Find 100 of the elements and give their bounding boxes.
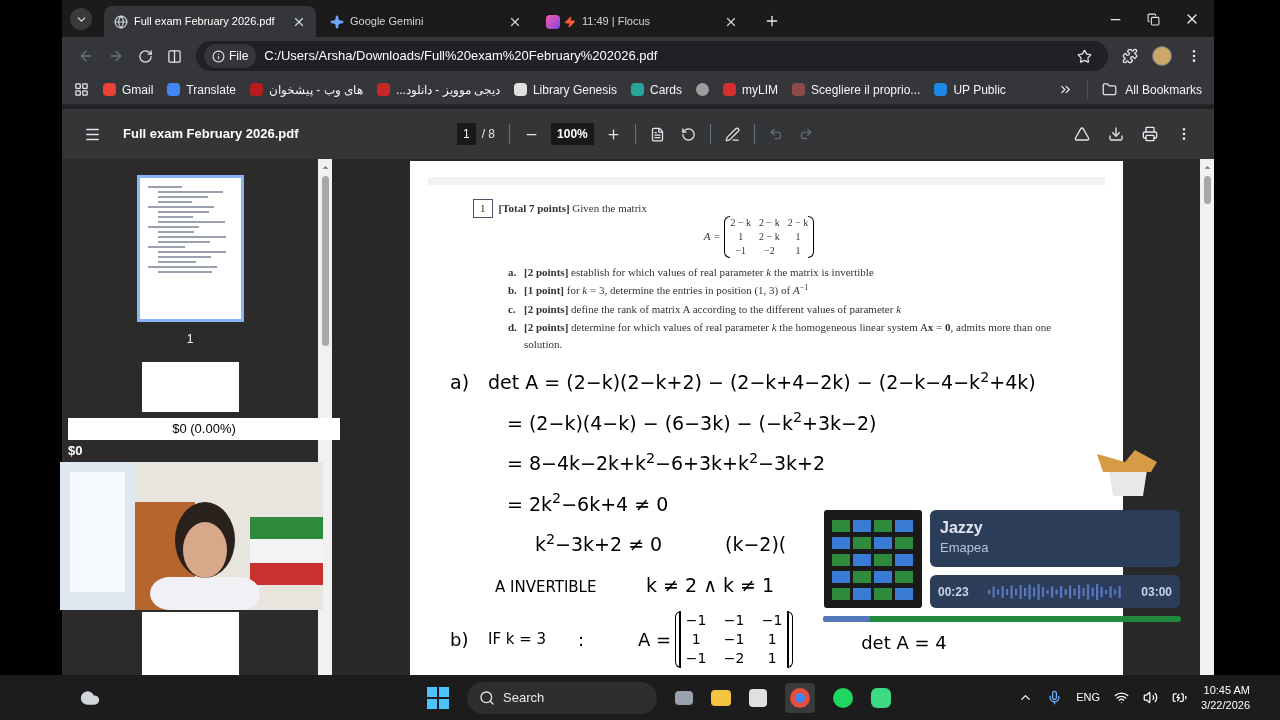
url-text: C:/Users/Arsha/Downloads/Full%20exam%20February%202026.pdf [264,47,659,66]
search-field[interactable]: Search [467,681,658,714]
handwritten-note: : [578,628,586,652]
scroll-up-icon[interactable] [1202,163,1212,172]
part-label: b) [450,628,470,652]
bookmark-label: Library Genesis [532,81,617,99]
bookmark-item[interactable]: myLIM [723,80,778,99]
restore-icon[interactable] [1147,12,1160,26]
scrollbar-thumb[interactable] [1203,176,1211,204]
split-view-icon[interactable] [167,48,182,64]
handwritten-line: det A = 4 [861,631,947,655]
browser-icon[interactable] [785,682,816,713]
question-number: 1 [473,199,493,218]
chat-app-icon[interactable] [871,687,892,708]
scrollbar-thumb[interactable] [321,176,329,346]
track-artist: Emapea [940,539,990,557]
print-icon[interactable] [1142,126,1158,142]
matrix-entry: 2 − k [759,229,780,244]
goal-start-label: $0 [68,442,83,460]
language-indicator[interactable]: ENG [1076,689,1101,706]
extensions-icon[interactable] [1122,48,1138,64]
tab-title: Google Gemini [350,14,425,30]
microphone-icon[interactable] [1047,690,1063,705]
zoom-field[interactable]: 100% [551,123,594,145]
site-info-chip[interactable]: File [204,44,257,68]
music-app-icon[interactable] [833,687,854,708]
app-icon [546,14,560,29]
document-title: Full exam February 2026.pdf [123,125,300,144]
part-text: [1 point] for k = 3, determine the entries in position (1, 3) of A$^{−1}$ [524,282,810,298]
page-number-field[interactable]: 1 [457,123,476,145]
forward-icon[interactable] [108,48,124,64]
draw-icon[interactable] [724,126,740,142]
fit-page-icon[interactable] [649,126,665,142]
folder-icon[interactable] [711,689,732,706]
handwritten-line: IF k = 3 [488,629,548,651]
part-text: [2 points] establish for which values of real parameter k the matrix is invertible [524,264,875,280]
handwritten-note: k ≠ 2 ∧ k ≠ 1 [646,572,775,598]
handwritten-line: k$^{2}$−3k+2 ≠ 0 [535,530,664,557]
matrix-entry: 1 [690,630,702,649]
bookmark-item[interactable]: Scegliere il proprio... [792,80,921,99]
battery-icon[interactable] [1172,690,1188,705]
matrix-entry: −2 [763,243,776,258]
question-heading: [Total 7 points] Given the matrix [498,201,647,216]
back-icon[interactable] [78,48,94,64]
zoom-in-icon[interactable] [605,126,621,142]
bookmark-label: Gmail [122,81,154,99]
part-letter: b. [508,283,518,298]
wifi-icon[interactable] [1114,690,1130,705]
reload-icon[interactable] [138,48,153,64]
matrix-entry: 1 [794,243,802,258]
part-label: a) [450,370,471,395]
scroll-up-icon[interactable] [320,163,330,172]
store-icon[interactable] [749,688,768,707]
triangle-icon[interactable] [1074,126,1090,142]
part-letter: d. [508,320,518,335]
matrix-entry: 1 [794,229,802,244]
bookmark-item[interactable]: Translate [167,80,236,99]
page-thumbnail[interactable] [141,362,239,412]
matrix-entry: −1 [684,611,708,630]
folder-icon [1102,82,1118,97]
clock[interactable]: 10:45 AM 3/22/2026 [1201,682,1250,713]
bookmark-icon[interactable] [696,83,709,96]
matrix-entry: −1 [760,611,784,630]
tab-search-button[interactable] [70,8,92,30]
handwritten-line: = 2k$^{2}$−6k+4 ≠ 0 [507,489,669,517]
new-tab-icon[interactable] [764,13,780,29]
address-bar[interactable]: File C:/Users/Arsha/Downloads/Full%20exam%20February%202026.pdf [196,41,1108,71]
matrix-entry: 1 [737,229,745,244]
matrix-entry: 1 [766,649,778,668]
task-view-icon[interactable] [675,690,694,705]
all-bookmarks-button[interactable]: All Bookmarks [1102,80,1202,99]
search-icon [479,689,496,706]
profile-avatar[interactable] [1152,46,1172,66]
matrix-label: A = [638,628,672,652]
bookmark-item[interactable]: Gmail [103,80,154,99]
volume-icon[interactable] [1143,690,1159,705]
rotate-icon[interactable] [680,126,696,142]
tab-title: 11:49 | Flocus [582,14,652,30]
matrix-entry: 2 − k [759,215,780,230]
bookmark-item[interactable]: دیجی موویز - دانلود... [376,80,500,99]
bookmark-item[interactable]: Library Genesis [513,80,617,99]
bookmark-label: دیجی موویز - دانلود... [395,81,500,99]
download-icon[interactable] [1108,126,1124,142]
redo-icon[interactable] [798,127,813,141]
bookmark-star-icon[interactable] [1077,48,1092,64]
undo-icon[interactable] [768,127,783,141]
matrix-entry: −2 [722,649,746,668]
globe-icon [114,14,128,29]
windows-logo-icon[interactable] [427,686,450,709]
page-thumbnail[interactable] [136,175,244,322]
bookmark-item[interactable]: Cards [630,80,682,99]
bookmark-label: Cards [649,81,682,99]
bookmark-item[interactable]: UP Public [934,80,1006,99]
apps-icon[interactable] [74,82,89,97]
bookmark-label: Translate [186,81,236,99]
page-number: 1 [186,331,194,348]
browser-tab[interactable]: Full exam February 2026.pdf [104,6,316,37]
bookmark-item[interactable]: های وب - پیشخوان [249,80,363,99]
part-text: [2 points] determine for which values of real parameter k the homogeneous linear system Ax = 0, admits more than one solution. [524,320,1053,352]
page-thumbnail[interactable] [141,612,239,675]
